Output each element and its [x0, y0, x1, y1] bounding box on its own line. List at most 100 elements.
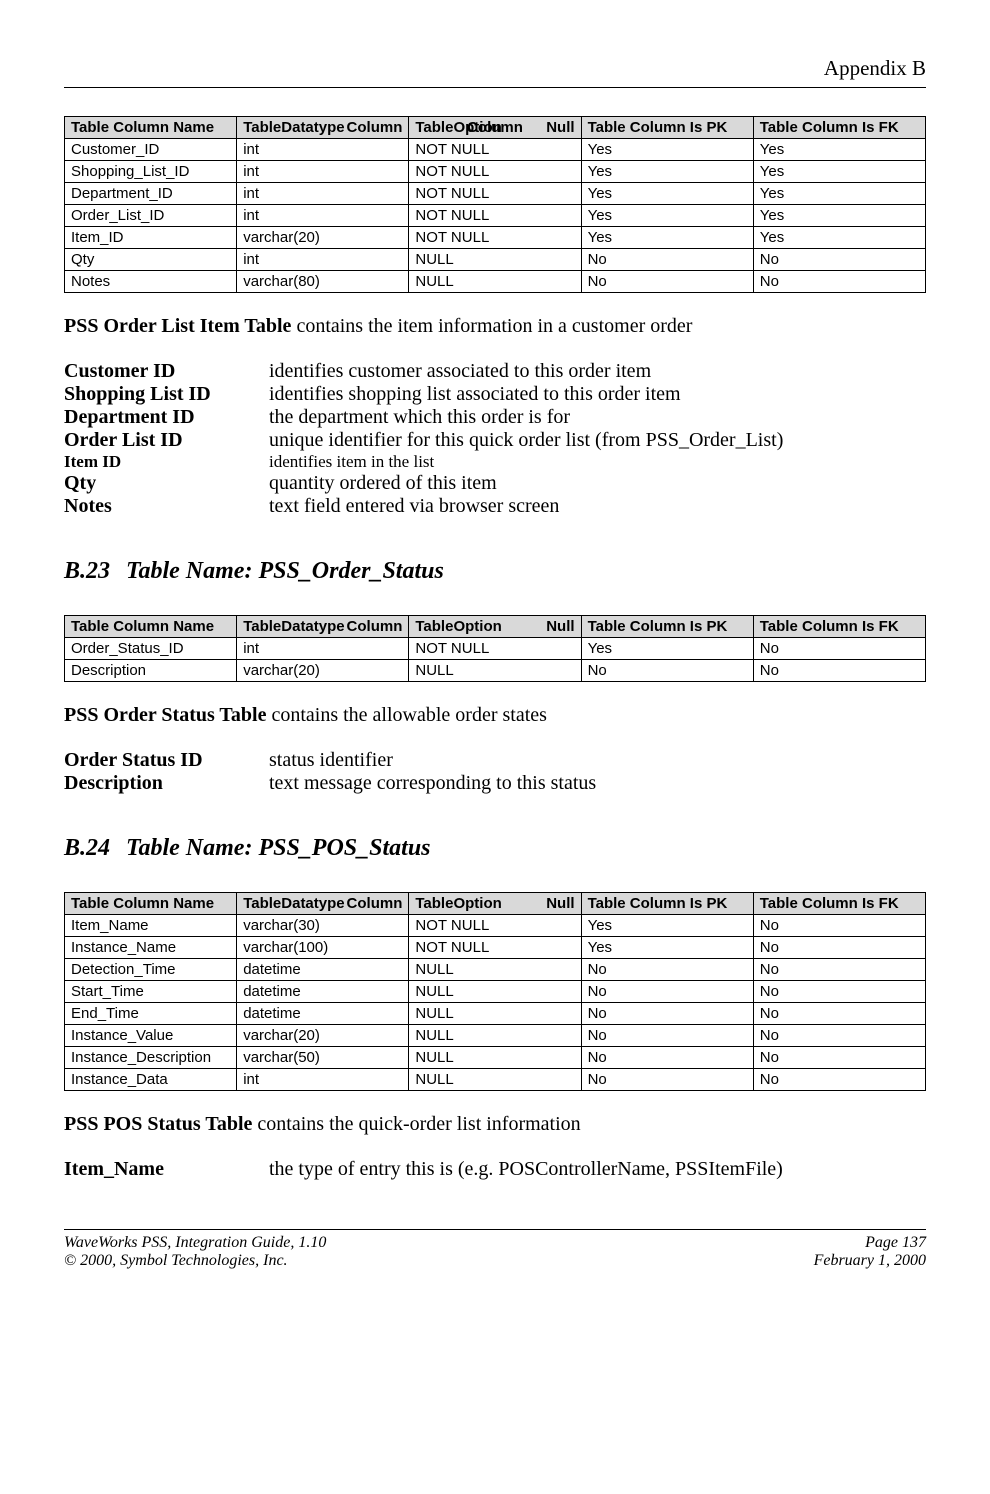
table-cell: No	[581, 981, 753, 1003]
table-cell: NULL	[409, 981, 581, 1003]
table-row: Descriptionvarchar(20)NULLNoNo	[65, 660, 926, 682]
table-cell: Instance_Description	[65, 1047, 237, 1069]
definition-term: Notes	[64, 495, 269, 518]
table-cell: varchar(20)	[237, 660, 409, 682]
table-cell: Detection_Time	[65, 959, 237, 981]
table-cell: datetime	[237, 981, 409, 1003]
th-datatype-l: Table	[243, 119, 281, 136]
table-cell: Shopping_List_ID	[65, 161, 237, 183]
table-row: Shopping_List_IDintNOT NULLYesYes	[65, 161, 926, 183]
table-row: End_TimedatetimeNULLNoNo	[65, 1003, 926, 1025]
definitions-order-status: Order Status IDstatus identifierDescript…	[64, 749, 596, 795]
table-cell: int	[237, 1069, 409, 1091]
table-cell: varchar(50)	[237, 1047, 409, 1069]
table-cell: No	[753, 1047, 925, 1069]
table-cell: No	[753, 1003, 925, 1025]
schema-table-order-list-item: Table Column Name Table Column Datatype …	[64, 116, 926, 293]
th-fk: Table Column Is FK	[753, 117, 925, 139]
table-cell: Customer_ID	[65, 139, 237, 161]
intro1-bold: PSS Order List Item Table	[64, 315, 291, 337]
definition-row: Customer IDidentifies customer associate…	[64, 360, 783, 383]
table-cell: Department_ID	[65, 183, 237, 205]
table-cell: Yes	[753, 205, 925, 227]
table-cell: Yes	[581, 638, 753, 660]
definition-term: Description	[64, 772, 269, 795]
table-cell: No	[753, 937, 925, 959]
table-cell: Notes	[65, 271, 237, 293]
table-row: Instance_Valuevarchar(20)NULLNoNo	[65, 1025, 926, 1047]
table-cell: int	[237, 139, 409, 161]
table-cell: varchar(20)	[237, 227, 409, 249]
table-row: Notesvarchar(80)NULLNoNo	[65, 271, 926, 293]
table-row: Item_IDvarchar(20)NOT NULLYesYes	[65, 227, 926, 249]
table-cell: Yes	[581, 161, 753, 183]
table-cell: NOT NULL	[409, 227, 581, 249]
table-cell: No	[753, 660, 925, 682]
intro-order-status: PSS Order Status Table contains the allo…	[64, 704, 926, 727]
th-name: Table Column Name	[65, 117, 237, 139]
intro3-rest: contains the quick-order list informatio…	[252, 1113, 580, 1135]
table-cell: No	[581, 249, 753, 271]
definition-term: Order List ID	[64, 429, 269, 452]
definition-term: Shopping List ID	[64, 383, 269, 406]
table3-body: Item_Namevarchar(30)NOT NULLYesNoInstanc…	[65, 915, 926, 1091]
table-cell: Instance_Value	[65, 1025, 237, 1047]
table2-body: Order_Status_IDintNOT NULLYesNoDescripti…	[65, 638, 926, 682]
intro2-bold: PSS Order Status Table	[64, 704, 266, 726]
table-row: Order_Status_IDintNOT NULLYesNo	[65, 638, 926, 660]
table-cell: NULL	[409, 1047, 581, 1069]
th-pk: Table Column Is PK	[581, 893, 753, 915]
table-cell: NOT NULL	[409, 161, 581, 183]
header-rule	[64, 87, 926, 88]
definition-text: identifies customer associated to this o…	[269, 360, 783, 383]
table-row: Instance_DataintNULLNoNo	[65, 1069, 926, 1091]
definition-term: Item_Name	[64, 1158, 269, 1181]
footer-left-2: © 2000, Symbol Technologies, Inc.	[64, 1252, 288, 1270]
table-cell: Yes	[581, 915, 753, 937]
table-cell: Yes	[753, 227, 925, 249]
definition-term: Customer ID	[64, 360, 269, 383]
definition-text: identifies shopping list associated to t…	[269, 383, 783, 406]
th-name: Table Column Name	[65, 893, 237, 915]
table-row: QtyintNULLNoNo	[65, 249, 926, 271]
table-cell: Order_Status_ID	[65, 638, 237, 660]
table-cell: No	[753, 638, 925, 660]
intro-order-list-item: PSS Order List Item Table contains the i…	[64, 315, 926, 338]
table-cell: No	[581, 1003, 753, 1025]
definitions-order-list-item: Customer IDidentifies customer associate…	[64, 360, 783, 518]
definition-row: Notestext field entered via browser scre…	[64, 495, 783, 518]
table-cell: Instance_Name	[65, 937, 237, 959]
table-cell: No	[753, 981, 925, 1003]
table-row: Start_TimedatetimeNULLNoNo	[65, 981, 926, 1003]
table-row: Instance_Descriptionvarchar(50)NULLNoNo	[65, 1047, 926, 1069]
table-cell: No	[581, 1025, 753, 1047]
page-footer: WaveWorks PSS, Integration Guide, 1.10 P…	[64, 1229, 926, 1270]
table-cell: NULL	[409, 1069, 581, 1091]
table-cell: Yes	[753, 183, 925, 205]
table-cell: Order_List_ID	[65, 205, 237, 227]
table-cell: NOT NULL	[409, 638, 581, 660]
table-cell: NULL	[409, 1025, 581, 1047]
table-row: Detection_TimedatetimeNULLNoNo	[65, 959, 926, 981]
table-cell: No	[753, 1025, 925, 1047]
table-cell: NOT NULL	[409, 183, 581, 205]
intro2-rest: contains the allowable order states	[266, 704, 546, 726]
section-title: Table Name: PSS_Order_Status	[126, 558, 444, 584]
definitions-pos-status: Item_Namethe type of entry this is (e.g.…	[64, 1158, 783, 1181]
table-cell: No	[753, 1069, 925, 1091]
table-cell: Yes	[581, 183, 753, 205]
footer-left-1: WaveWorks PSS, Integration Guide, 1.10	[64, 1234, 326, 1252]
table-cell: No	[581, 660, 753, 682]
intro3-bold: PSS POS Status Table	[64, 1113, 252, 1135]
table-cell: varchar(80)	[237, 271, 409, 293]
th-null-l: Table	[415, 119, 453, 136]
table-row: Instance_Namevarchar(100)NOT NULLYesNo	[65, 937, 926, 959]
table-cell: varchar(100)	[237, 937, 409, 959]
table-cell: datetime	[237, 1003, 409, 1025]
th-null: Table Column Null Option	[409, 117, 581, 139]
footer-right-2: February 1, 2000	[814, 1252, 926, 1270]
table-row: Order_List_IDintNOT NULLYesYes	[65, 205, 926, 227]
th-pk: Table Column Is PK	[581, 616, 753, 638]
section-b23-heading: B.23 Table Name: PSS_Order_Status	[64, 558, 926, 585]
table-cell: Item_Name	[65, 915, 237, 937]
